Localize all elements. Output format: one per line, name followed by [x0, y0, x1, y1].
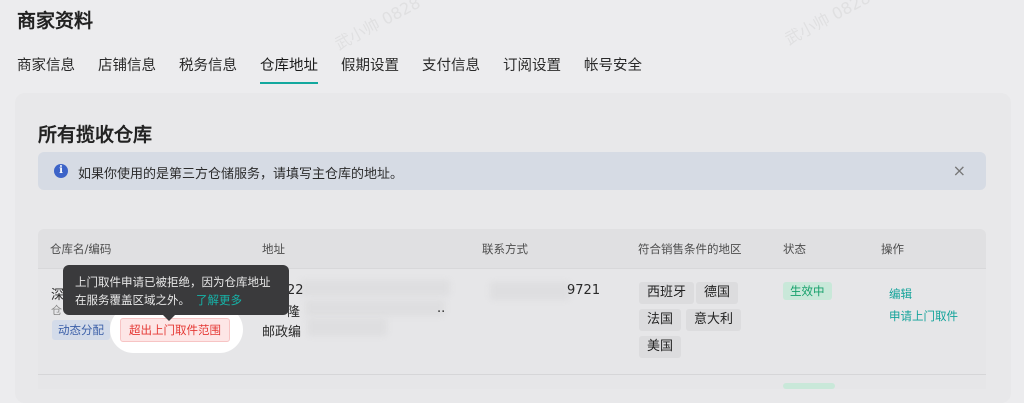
dynamic-allocation-tag: 动态分配	[52, 320, 110, 340]
status-badge: 生效中	[783, 282, 832, 300]
warehouse-code: 仓	[51, 304, 62, 317]
edit-link[interactable]: 编辑	[889, 286, 912, 302]
tab-merchant-info[interactable]: 商家信息	[17, 54, 75, 84]
section-title: 所有揽收仓库	[38, 124, 153, 146]
alert-text: 如果你使用的是第三方仓储服务，请填写主仓库的地址。	[78, 167, 404, 182]
next-row-status-badge	[783, 383, 835, 389]
region-tag-france: 法国	[639, 309, 682, 331]
info-icon: i	[54, 164, 68, 178]
info-alert: i 如果你使用的是第三方仓储服务，请填写主仓库的地址。 ×	[38, 152, 986, 190]
tab-payment-info[interactable]: 支付信息	[422, 54, 480, 84]
tab-bar: 商家信息 店铺信息 税务信息 仓库地址 假期设置 支付信息 订阅设置 帐号安全	[17, 54, 665, 84]
col-header-name: 仓库名/编码	[50, 242, 112, 256]
region-tag-usa: 美国	[639, 336, 682, 358]
close-icon[interactable]: ×	[953, 161, 966, 180]
redacted-address	[300, 280, 450, 296]
learn-more-link[interactable]: 了解更多	[196, 293, 242, 307]
region-tag-spain: 西班牙	[639, 282, 695, 304]
address-line-1: 22	[287, 283, 304, 298]
contact-number: 9721	[567, 283, 601, 298]
col-header-actions: 操作	[881, 242, 904, 256]
region-tag-italy: 意大利	[686, 309, 742, 331]
request-pickup-link[interactable]: 申请上门取件	[889, 308, 958, 324]
tab-account-security[interactable]: 帐号安全	[584, 54, 642, 84]
next-row	[38, 374, 986, 388]
region-tag-germany: 德国	[696, 282, 739, 304]
col-header-address: 地址	[262, 242, 285, 256]
watermark: 武小帅 0828	[781, 0, 874, 49]
redacted-address	[307, 318, 387, 336]
table-header: 仓库名/编码 地址 联系方式 符合销售条件的地区 状态 操作	[38, 229, 986, 268]
address-ellipsis: ..	[437, 301, 446, 316]
tab-subscription-settings[interactable]: 订阅设置	[503, 54, 561, 84]
address-line-3: 邮政编	[262, 325, 302, 340]
redacted-contact	[490, 282, 570, 300]
out-of-pickup-range-tag[interactable]: 超出上门取件范围	[120, 318, 230, 342]
redacted-address	[305, 300, 445, 316]
page-title: 商家资料	[17, 10, 94, 32]
tooltip-line-1: 上门取件申请已被拒绝，因为仓库地址	[75, 275, 271, 289]
tab-warehouse-address[interactable]: 仓库地址	[260, 54, 318, 84]
watermark: 武小帅 0828	[331, 0, 424, 54]
tooltip: 上门取件申请已被拒绝，因为仓库地址 在服务覆盖区域之外。 了解更多	[63, 265, 289, 321]
col-header-regions: 符合销售条件的地区	[638, 242, 742, 256]
tooltip-arrow	[163, 315, 175, 321]
col-header-contact: 联系方式	[482, 242, 528, 256]
tab-holiday-settings[interactable]: 假期设置	[341, 54, 399, 84]
tooltip-line-2-text: 在服务覆盖区域之外。	[75, 293, 190, 307]
tab-tax-info[interactable]: 税务信息	[179, 54, 237, 84]
tab-store-info[interactable]: 店铺信息	[98, 54, 156, 84]
tooltip-line-2: 在服务覆盖区域之外。 了解更多	[75, 292, 242, 308]
col-header-status: 状态	[783, 242, 806, 256]
